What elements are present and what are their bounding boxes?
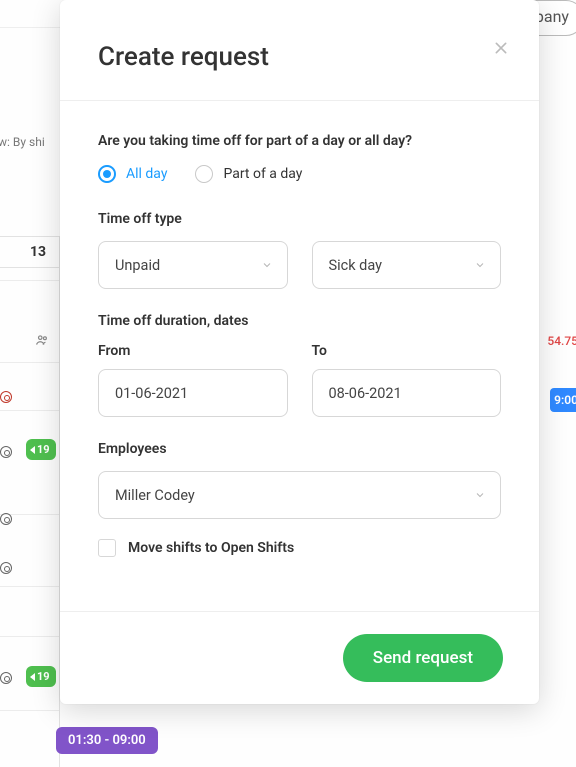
send-request-button[interactable]: Send request (343, 634, 503, 682)
from-date-value: 01-06-2021 (115, 385, 188, 402)
employees-select[interactable]: Miller Codey (98, 471, 501, 519)
modal-overlay: Create request Are you taking time off f… (0, 0, 576, 767)
time-off-type-select-2[interactable]: Sick day (312, 241, 502, 289)
chevron-down-icon (261, 259, 273, 271)
radio-icon (98, 165, 116, 183)
from-label: From (98, 343, 288, 359)
move-shifts-checkbox[interactable] (98, 539, 116, 557)
to-date-input[interactable]: 08-06-2021 (312, 369, 502, 417)
select-value: Sick day (329, 257, 383, 274)
radio-part-of-day[interactable]: Part of a day (195, 165, 302, 183)
close-icon (493, 40, 509, 56)
radio-icon (195, 165, 213, 183)
time-off-type-select-1[interactable]: Unpaid (98, 241, 288, 289)
radio-label: All day (126, 166, 167, 182)
create-request-modal: Create request Are you taking time off f… (60, 0, 539, 704)
chevron-down-icon (474, 489, 486, 501)
radio-all-day[interactable]: All day (98, 165, 167, 183)
move-shifts-label: Move shifts to Open Shifts (128, 540, 294, 556)
employees-value: Miller Codey (115, 487, 195, 504)
to-label: To (312, 343, 502, 359)
close-button[interactable] (493, 40, 509, 60)
select-value: Unpaid (115, 257, 160, 274)
from-date-input[interactable]: 01-06-2021 (98, 369, 288, 417)
time-off-type-label: Time off type (98, 211, 501, 227)
employees-label: Employees (98, 441, 501, 457)
modal-title: Create request (98, 42, 501, 72)
chevron-down-icon (474, 259, 486, 271)
to-date-value: 08-06-2021 (329, 385, 402, 402)
radio-label: Part of a day (223, 166, 302, 182)
duration-radio-group: All day Part of a day (98, 165, 501, 183)
duration-dates-label: Time off duration, dates (98, 313, 501, 329)
duration-question: Are you taking time off for part of a da… (98, 133, 501, 149)
